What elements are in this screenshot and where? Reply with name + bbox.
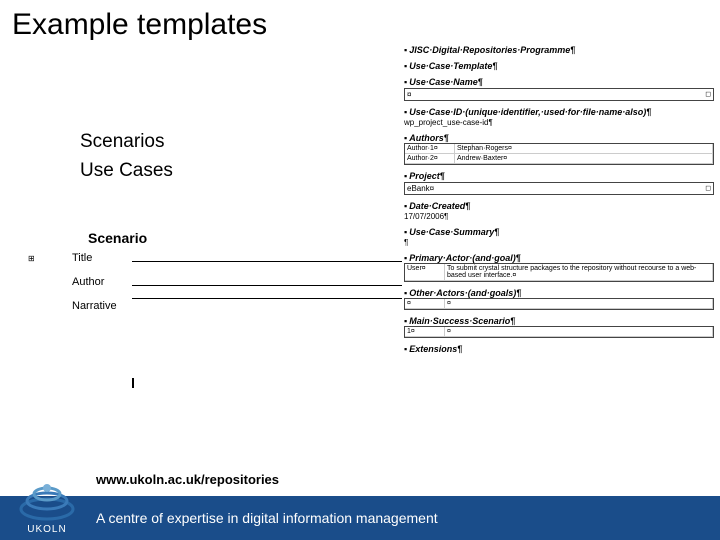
uc-name-field: ¤◻ bbox=[404, 88, 714, 101]
uc-head-project: ▪Project¶ bbox=[404, 171, 714, 181]
scenario-field-author: Author bbox=[72, 274, 132, 288]
slide-body: Scenarios Use Cases Scenario ⊞ Title Aut… bbox=[0, 50, 720, 480]
uc-main-scenario-table: 1¤ ¤ bbox=[404, 326, 714, 338]
bullet-list: Scenarios Use Cases bbox=[80, 128, 173, 185]
table-cell: Author·2¤ bbox=[405, 154, 455, 164]
footer-blue-band: A centre of expertise in digital informa… bbox=[0, 496, 720, 540]
uc-head-authors: ▪Authors¶ bbox=[404, 133, 714, 143]
uc-head-date: ▪Date·Created¶ bbox=[404, 201, 714, 211]
slide-footer: www.ukoln.ac.uk/repositories A centre of… bbox=[0, 470, 720, 540]
table-cell: ¤ bbox=[445, 299, 713, 309]
uc-date-value: 17/07/2006¶ bbox=[404, 212, 714, 221]
scenario-line bbox=[132, 274, 402, 286]
uc-head-main-scenario: ▪Main·Success·Scenario¶ bbox=[404, 316, 714, 326]
table-cell: 1¤ bbox=[405, 327, 445, 337]
table-cell: ¤ bbox=[405, 299, 445, 309]
uc-head-extensions: ▪Extensions¶ bbox=[404, 344, 714, 354]
scenario-field-narrative: Narrative bbox=[72, 298, 132, 312]
table-cell: Stephan·Rogers¤ bbox=[455, 144, 713, 154]
uc-head-primary-actor: ▪Primary·Actor·(and·goal)¶ bbox=[404, 253, 714, 263]
cursor-mark-icon bbox=[132, 378, 134, 388]
bullet-scenarios: Scenarios bbox=[80, 128, 173, 157]
uc-authors-table: Author·1¤ Stephan·Rogers¤ Author·2¤ Andr… bbox=[404, 143, 714, 165]
scenario-template-fragment: Scenario ⊞ Title Author Narrative bbox=[20, 230, 410, 388]
scenario-line bbox=[132, 298, 402, 299]
uc-head-template: ▪Use·Case·Template¶ bbox=[404, 61, 714, 71]
table-cell: User¤ bbox=[405, 264, 445, 281]
ukoln-logo: UKOLN bbox=[10, 479, 84, 536]
table-cell: Andrew·Baxter¤ bbox=[455, 154, 713, 164]
slide-title: Example templates bbox=[12, 8, 708, 42]
table-cell: To submit crystal structure packages to … bbox=[445, 264, 713, 281]
footer-subtitle: A centre of expertise in digital informa… bbox=[96, 510, 438, 526]
uc-summary-value: ¶ bbox=[404, 238, 714, 247]
end-cell-icon: ◻ bbox=[705, 90, 711, 98]
uc-head-name: ▪Use·Case·Name¶ bbox=[404, 77, 714, 87]
uc-project-field: eBank¤◻ bbox=[404, 182, 714, 195]
end-cell-icon: ◻ bbox=[705, 184, 711, 192]
uc-head-id: ▪Use·Case·ID·(unique·identifier,·used·fo… bbox=[404, 107, 714, 117]
slide-title-area: Example templates bbox=[0, 0, 720, 50]
scenario-line bbox=[132, 250, 402, 262]
uc-head-other-actors: ▪Other·Actors·(and·goals)¶ bbox=[404, 288, 714, 298]
uc-head-summary: ▪Use·Case·Summary¶ bbox=[404, 227, 714, 237]
uc-id-value: wp_project_use-case-id¶ bbox=[404, 118, 714, 127]
footer-url: www.ukoln.ac.uk/repositories bbox=[96, 472, 279, 487]
table-cell: Author·1¤ bbox=[405, 144, 455, 154]
uc-head-programme: ▪JISC·Digital·Repositories·Programme¶ bbox=[404, 45, 714, 55]
table-cell: ¤ bbox=[445, 327, 713, 337]
use-case-template-fragment: ▪JISC·Digital·Repositories·Programme¶ ▪U… bbox=[404, 45, 714, 360]
scenario-heading: Scenario bbox=[88, 230, 410, 246]
scenario-field-title: Title bbox=[72, 250, 132, 264]
bullet-use-cases: Use Cases bbox=[80, 157, 173, 186]
grid-mark-icon: ⊞ bbox=[20, 250, 72, 263]
uc-other-actors-table: ¤ ¤ bbox=[404, 298, 714, 310]
swirl-icon bbox=[17, 479, 77, 523]
logo-brand-text: UKOLN bbox=[10, 523, 84, 536]
uc-primary-actor-table: User¤ To submit crystal structure packag… bbox=[404, 263, 714, 282]
